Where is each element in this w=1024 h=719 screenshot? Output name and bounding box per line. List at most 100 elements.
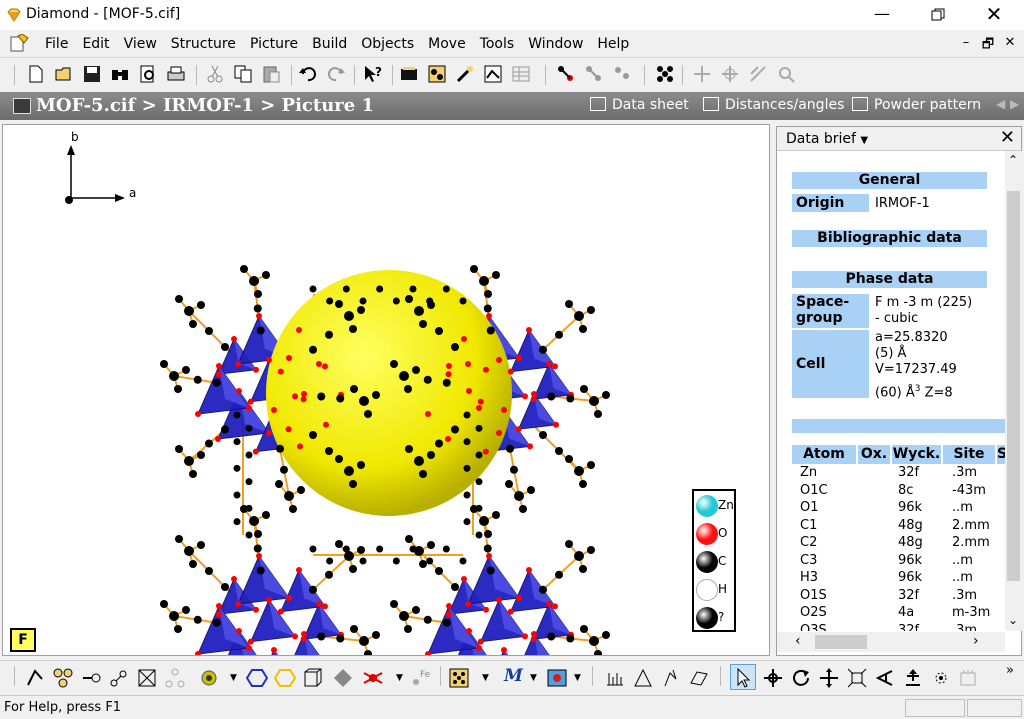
scroll-thumb[interactable] <box>1007 191 1020 581</box>
tab-powder-pattern[interactable]: Powder pattern <box>852 97 981 113</box>
context-help-icon[interactable]: ? <box>363 64 383 84</box>
redo-icon[interactable] <box>326 64 346 84</box>
add-atoms-icon[interactable] <box>52 667 74 689</box>
menu-move[interactable]: Move <box>421 36 473 52</box>
ring-icon[interactable] <box>274 667 296 689</box>
menu-tools[interactable]: Tools <box>473 36 522 52</box>
mdi-close-icon[interactable]: ✕ <box>1000 35 1020 50</box>
ruler-icon[interactable] <box>604 667 626 689</box>
viewer-icon[interactable] <box>399 64 419 84</box>
menu-edit[interactable]: Edit <box>75 36 116 52</box>
scroll-up-icon[interactable]: ⌃ <box>1008 153 1018 167</box>
hscroll-thumb[interactable] <box>815 635 867 649</box>
atoms-icon[interactable] <box>427 64 447 84</box>
atom-sphere-icon[interactable] <box>198 667 220 689</box>
table-icon[interactable] <box>511 64 531 84</box>
mdi-restore-icon[interactable]: 🗗 <box>978 35 998 57</box>
color-picture-icon[interactable] <box>546 667 568 689</box>
molecule-icon[interactable] <box>556 64 576 84</box>
stand-icon[interactable] <box>902 667 924 689</box>
open-folder-icon[interactable] <box>54 64 74 84</box>
table-row[interactable]: C3 96k ..m <box>792 553 1002 570</box>
explode-icon[interactable] <box>930 667 952 689</box>
menu-view[interactable]: View <box>117 36 164 52</box>
scroll-down-icon[interactable]: ⌄ <box>1008 613 1018 627</box>
menu-structure[interactable]: Structure <box>164 36 243 52</box>
add-bond-icon[interactable] <box>80 667 102 689</box>
tab-scroll-right-icon[interactable]: ▶ <box>1010 97 1019 111</box>
table-row[interactable]: C1 48g 2.mm <box>792 518 1002 535</box>
pointer-icon[interactable] <box>732 667 754 689</box>
undo-icon[interactable] <box>298 64 318 84</box>
menu-build[interactable]: Build <box>305 36 354 52</box>
zoom-fit-icon[interactable] <box>846 667 868 689</box>
dropdown-arrow-icon[interactable]: ▼ <box>574 673 581 683</box>
crystal-structure-picture[interactable]: b a <box>3 125 769 719</box>
bond-style-icon[interactable] <box>24 667 46 689</box>
fragment-build-icon[interactable] <box>108 667 130 689</box>
paste-icon[interactable] <box>261 64 281 84</box>
move-icon[interactable] <box>692 64 712 84</box>
scroll-right-icon[interactable]: › <box>973 633 979 649</box>
horizontal-scrollbar[interactable]: ‹ › <box>777 632 1005 652</box>
picture-icon[interactable] <box>483 64 503 84</box>
zoom-icon[interactable] <box>776 64 796 84</box>
fe-label-icon[interactable]: Fe <box>410 667 432 689</box>
dropdown-arrow-icon[interactable]: ▼ <box>396 673 403 683</box>
angle-icon[interactable] <box>632 667 654 689</box>
save-icon[interactable] <box>82 64 102 84</box>
translate-icon[interactable] <box>818 667 840 689</box>
tab-data-sheet[interactable]: Data sheet <box>590 97 689 113</box>
molecule-gray-icon[interactable] <box>164 667 186 689</box>
frame-indicator[interactable]: F <box>10 628 36 652</box>
copy-icon[interactable] <box>233 64 253 84</box>
menu-objects[interactable]: Objects <box>354 36 421 52</box>
tools-icon[interactable] <box>455 64 475 84</box>
table-row[interactable]: O3S 32f .3m <box>792 623 1002 632</box>
vertical-scrollbar[interactable]: ⌃ ⌄ <box>1005 151 1022 631</box>
menu-picture[interactable]: Picture <box>243 36 305 52</box>
table-row[interactable]: O2S 4a m-3m <box>792 605 1002 622</box>
cell-grid-icon[interactable] <box>136 667 158 689</box>
fragment-icon[interactable] <box>612 64 632 84</box>
polyhedron-frame-icon[interactable] <box>302 667 324 689</box>
table-row[interactable]: Zn 32f .3m <box>792 465 1002 482</box>
new-file-icon[interactable] <box>26 64 46 84</box>
measure-icon[interactable] <box>748 64 768 84</box>
toolbar-overflow-icon[interactable]: » <box>1006 663 1014 678</box>
menu-window[interactable]: Window <box>521 36 590 52</box>
diamond-shape-icon[interactable] <box>332 667 354 689</box>
rotate-icon[interactable] <box>720 64 740 84</box>
scroll-left-icon[interactable]: ‹ <box>795 633 801 649</box>
table-row[interactable]: O1S 32f .3m <box>792 588 1002 605</box>
connect-icon[interactable] <box>584 64 604 84</box>
find-icon[interactable] <box>110 64 130 84</box>
tab-scroll-left-icon[interactable]: ◀ <box>996 97 1005 111</box>
m-style-icon[interactable]: M <box>504 666 523 686</box>
bond-mesh-icon[interactable] <box>362 667 384 689</box>
cut-icon[interactable] <box>205 64 225 84</box>
symmetry-grid-icon[interactable] <box>448 667 470 689</box>
symmetry-icon[interactable] <box>655 64 675 84</box>
document-menu-icon[interactable] <box>10 34 30 52</box>
table-row[interactable]: H3 96k ..m <box>792 570 1002 587</box>
torsion-icon[interactable] <box>660 667 682 689</box>
perspective-icon[interactable] <box>874 667 896 689</box>
dropdown-arrow-icon[interactable]: ▼ <box>482 673 489 683</box>
plane-icon[interactable] <box>688 667 710 689</box>
device-icon[interactable] <box>958 667 980 689</box>
dropdown-arrow-icon[interactable]: ▼ <box>530 673 537 683</box>
menu-file[interactable]: File <box>38 36 75 52</box>
move-cross-icon[interactable] <box>762 667 784 689</box>
tab-distances-angles[interactable]: Distances/angles <box>703 97 844 113</box>
table-row[interactable]: C2 48g 2.mm <box>792 535 1002 552</box>
mdi-minimize-icon[interactable]: – <box>956 35 976 50</box>
print-icon[interactable] <box>166 64 186 84</box>
rotate-tool-icon[interactable] <box>790 667 812 689</box>
close-icon[interactable]: ✕ <box>966 0 1022 30</box>
structure-view[interactable]: b a F <box>2 124 770 719</box>
hexagon-icon[interactable] <box>246 667 268 689</box>
print-preview-icon[interactable] <box>138 64 158 84</box>
minimize-icon[interactable]: — <box>854 0 910 30</box>
table-row[interactable]: O1C 8c -43m <box>792 483 1002 500</box>
